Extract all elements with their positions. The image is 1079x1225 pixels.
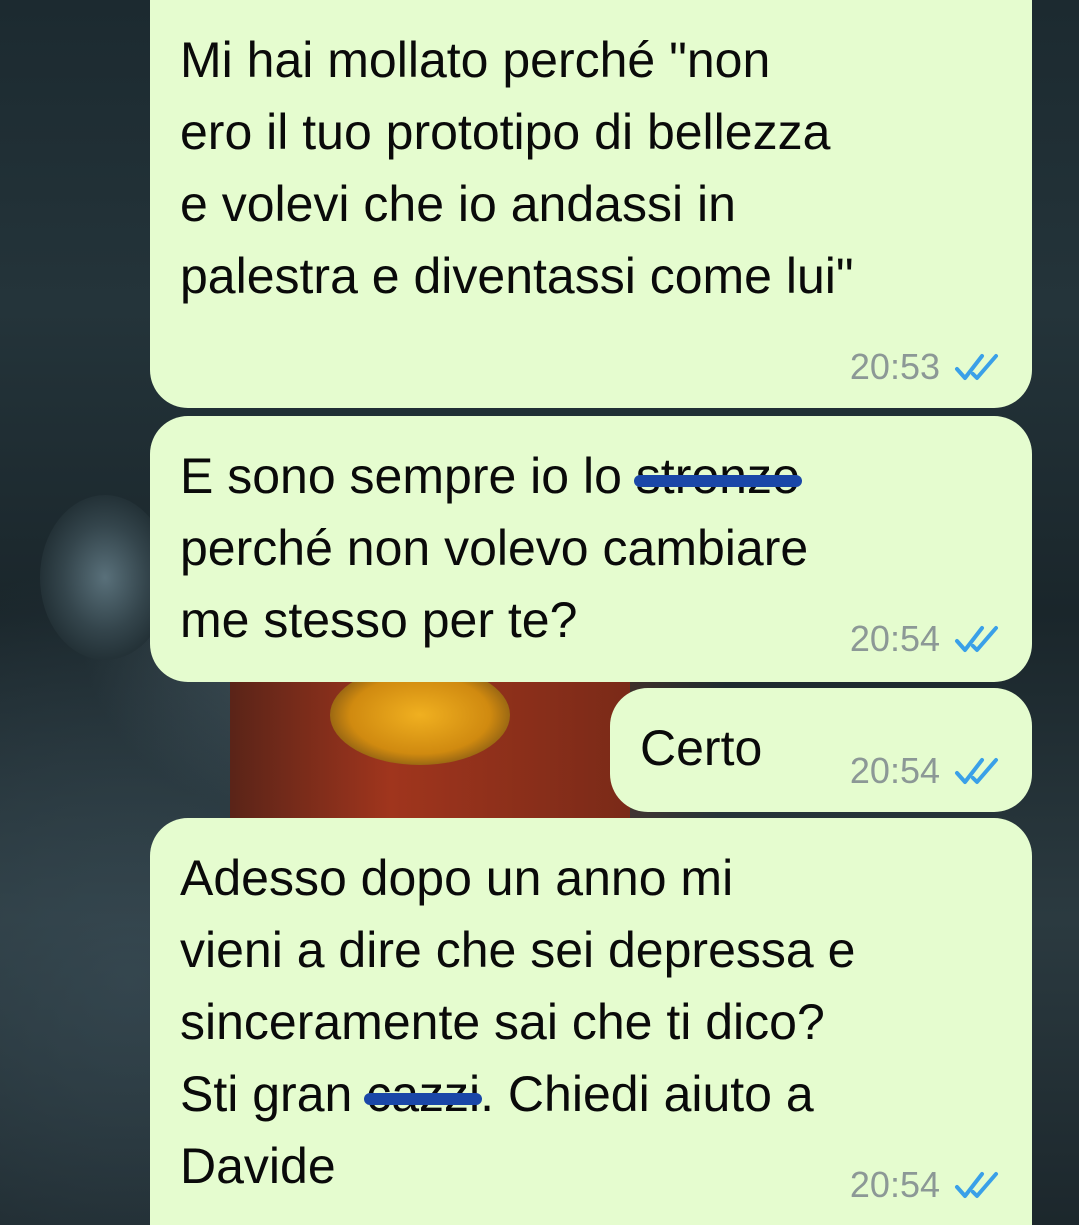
message-line: Sti gran cazzi. Chiedi aiuto a: [180, 1058, 855, 1130]
message-fragment: . Chiedi aiuto a: [480, 1066, 814, 1122]
message-line: Davide: [180, 1138, 336, 1194]
double-check-read-icon: [955, 758, 998, 784]
chat-message-bubble[interactable]: E sono sempre io lo stronzo perché non v…: [150, 416, 1032, 682]
message-line: e volevi che io andassi in: [180, 176, 736, 232]
message-line: Adesso dopo un anno mi: [180, 850, 734, 906]
message-meta: 20:54: [850, 750, 1000, 792]
message-line: palestra e diventassi come lui": [180, 248, 854, 304]
double-check-read-icon: [955, 354, 998, 380]
double-check-read-icon: [955, 626, 998, 652]
chat-message-bubble[interactable]: Certo 20:54: [610, 688, 1032, 812]
message-fragment: Sti gran: [180, 1066, 367, 1122]
message-text: Certo: [640, 720, 763, 776]
message-line: Mi hai mollato perché "non: [180, 32, 771, 88]
message-line: perché non volevo cambiare: [180, 520, 809, 576]
message-timestamp: 20:54: [849, 1164, 940, 1205]
chat-message-bubble[interactable]: Adesso dopo un anno mi vieni a dire che …: [150, 818, 1032, 1225]
message-timestamp: 20:53: [849, 346, 940, 387]
chat-message-bubble[interactable]: Mi hai mollato perché "non ero il tuo pr…: [150, 0, 1032, 408]
message-line: vieni a dire che sei depressa e: [180, 922, 856, 978]
message-text: Adesso dopo un anno mi vieni a dire che …: [180, 842, 855, 1202]
double-check-read-icon: [955, 1172, 998, 1198]
message-text: E sono sempre io lo stronzo perché non v…: [180, 440, 808, 656]
message-line: sinceramente sai che ti dico?: [180, 994, 825, 1050]
message-fragment: E sono sempre io lo: [180, 448, 636, 504]
message-timestamp: 20:54: [849, 750, 940, 791]
message-meta: 20:54: [850, 1164, 1000, 1206]
message-timestamp: 20:54: [849, 618, 940, 659]
message-line: me stesso per te?: [180, 592, 578, 648]
message-line: ero il tuo prototipo di bellezza: [180, 104, 831, 160]
message-line: E sono sempre io lo stronzo: [180, 440, 808, 512]
message-text: Mi hai mollato perché "non ero il tuo pr…: [180, 24, 854, 312]
censored-word: stronzo: [633, 440, 802, 512]
message-meta: 20:54: [850, 618, 1000, 660]
message-meta: 20:53: [850, 346, 1000, 388]
censored-word: cazzi: [364, 1058, 483, 1130]
